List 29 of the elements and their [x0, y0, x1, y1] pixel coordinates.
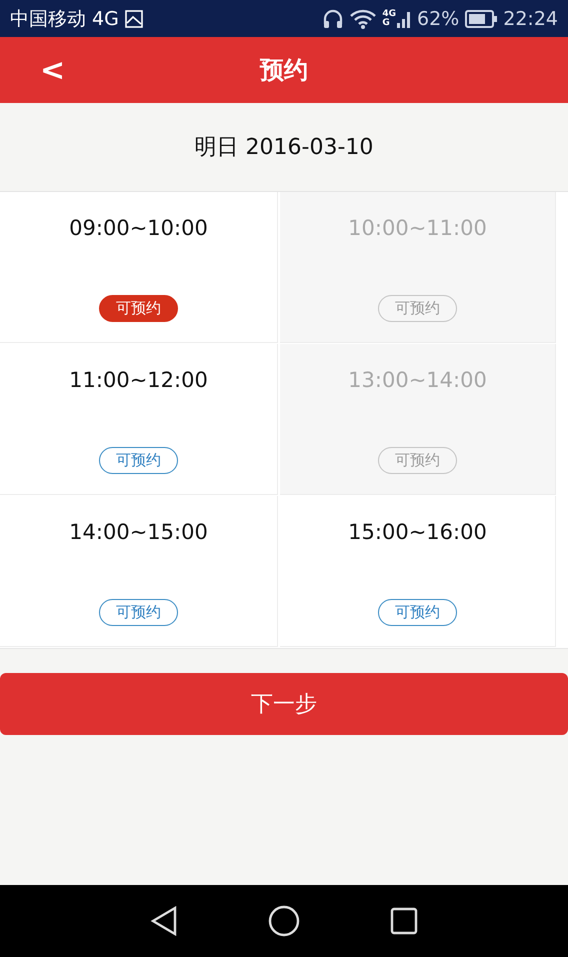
slot-time: 13:00~14:00 — [348, 368, 487, 392]
next-button[interactable]: 下一步 — [0, 673, 568, 735]
slot-time: 14:00~15:00 — [69, 520, 208, 544]
time-slot[interactable]: 15:00~16:00 可预约 — [280, 496, 556, 647]
slot-time: 11:00~12:00 — [69, 368, 208, 392]
battery-percent: 62% — [417, 8, 460, 30]
clock-time: 22:24 — [503, 8, 558, 30]
slot-time: 15:00~16:00 — [348, 520, 487, 544]
slot-time: 09:00~10:00 — [69, 216, 208, 240]
home-icon[interactable] — [268, 905, 300, 937]
availability-tag[interactable]: 可预约 — [99, 599, 178, 626]
time-slot[interactable]: 09:00~10:00 可预约 — [0, 192, 278, 343]
slot-time: 10:00~11:00 — [348, 216, 487, 240]
image-icon — [124, 10, 143, 28]
back-nav-icon[interactable] — [150, 906, 178, 936]
network-label: G — [382, 18, 391, 28]
network-label: 4G — [382, 10, 396, 18]
page-title: 预约 — [260, 56, 308, 84]
carrier-text: 中国移动 4G — [10, 6, 119, 32]
availability-tag[interactable]: 可预约 — [99, 447, 178, 474]
battery-icon — [465, 10, 498, 28]
wifi-icon — [350, 8, 376, 28]
time-slot[interactable]: 11:00~12:00 可预约 — [0, 344, 278, 495]
headphones-icon — [322, 8, 344, 28]
recent-apps-icon[interactable] — [390, 907, 418, 935]
back-button[interactable]: < — [0, 52, 100, 88]
time-slot[interactable]: 14:00~15:00 可预约 — [0, 496, 278, 647]
availability-tag[interactable]: 可预约 — [378, 599, 457, 626]
availability-tag[interactable]: 可预约 — [99, 295, 178, 322]
